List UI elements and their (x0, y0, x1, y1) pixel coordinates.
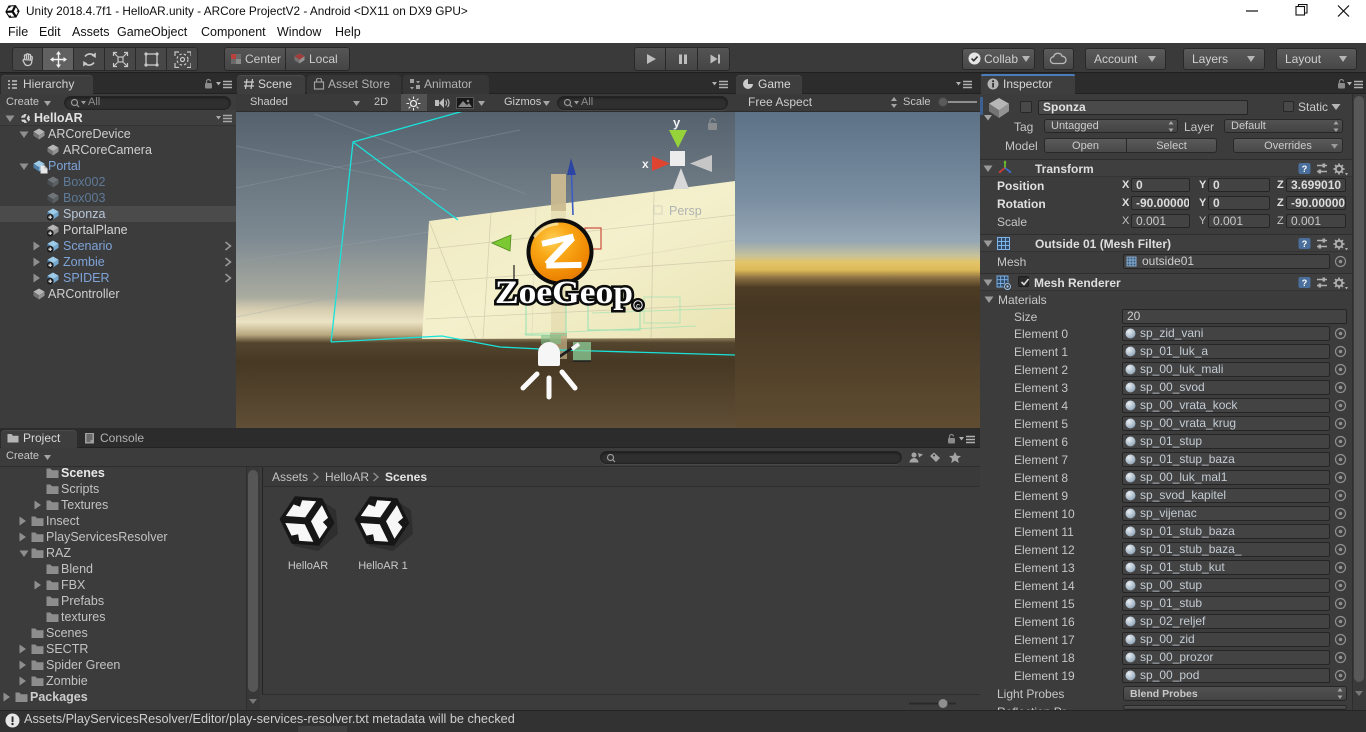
svg-text:ZoeGeop: ZoeGeop (495, 275, 633, 311)
svg-text:x: x (642, 157, 649, 171)
svg-text:?: ? (1302, 278, 1308, 288)
svg-text:y: y (673, 115, 681, 130)
svg-text:?: ? (1302, 239, 1308, 249)
svg-text:c: c (636, 302, 640, 311)
svg-text:Persp: Persp (669, 204, 702, 218)
svg-text:?: ? (1302, 164, 1308, 174)
